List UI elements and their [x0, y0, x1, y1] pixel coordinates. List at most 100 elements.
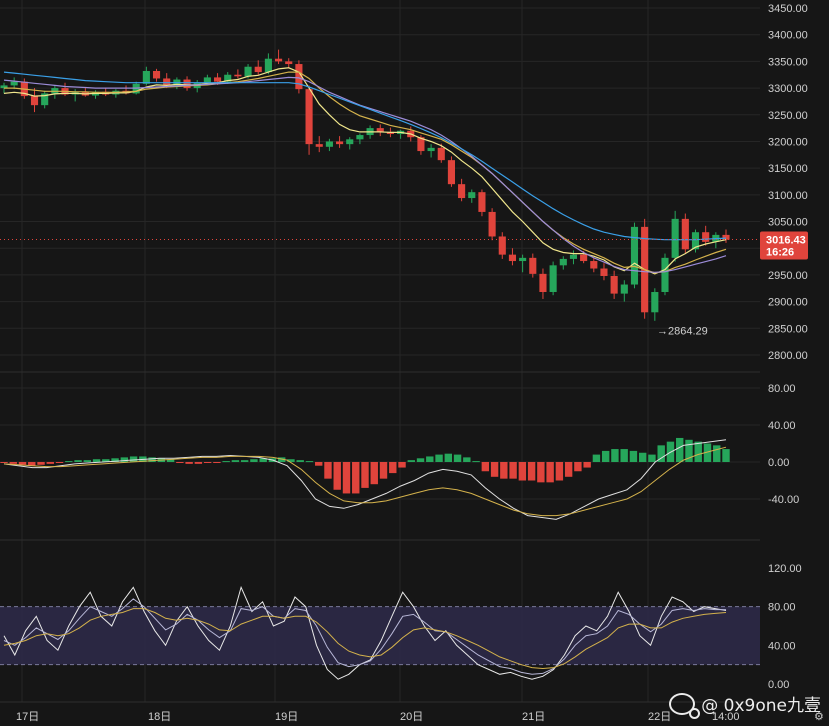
watermark-text: @ 0x9one九壹 — [701, 696, 821, 716]
time-axis-label: 21日 — [522, 711, 545, 723]
macd-histogram-bar — [518, 462, 527, 481]
macd-histogram-bar — [435, 454, 443, 462]
macd-histogram-bar — [213, 462, 221, 463]
macd-histogram-bar — [722, 449, 730, 462]
price-tick-label: 3100.00 — [768, 190, 808, 202]
chat-bubble-icon — [669, 692, 701, 719]
candle-body — [478, 192, 486, 212]
macd-histogram-bar — [18, 462, 27, 465]
macd-histogram-bar — [426, 456, 434, 462]
macd-histogram-bar — [46, 462, 54, 464]
candle-body — [10, 81, 18, 86]
moving-average-line — [3, 71, 727, 241]
price-tick-label: 3450.00 — [768, 3, 808, 15]
price-tick-label: 2950.00 — [768, 270, 808, 282]
macd-histogram-bar — [83, 460, 92, 462]
candle-body — [671, 218, 679, 258]
macd-histogram-bar — [574, 462, 582, 472]
macd-histogram-bar — [592, 454, 601, 462]
candle-body — [529, 257, 537, 274]
macd-histogram-bar — [92, 459, 101, 462]
candle-body — [559, 258, 567, 266]
macd-histogram-bar — [0, 462, 8, 463]
macd-histogram-bar — [472, 461, 480, 463]
last-price-value: 3016.43 — [766, 234, 806, 246]
candle-body — [580, 254, 588, 262]
macd-tick-label: 0.00 — [768, 457, 789, 469]
macd-histogram-bar — [453, 454, 462, 462]
macd-histogram-bar — [500, 462, 508, 479]
macd-histogram-bar — [120, 457, 129, 462]
candle-body — [468, 192, 476, 199]
macd-histogram-bar — [55, 462, 64, 463]
candle-body — [630, 226, 639, 285]
price-tick-label: 2850.00 — [768, 323, 808, 335]
candle-body — [152, 70, 161, 79]
candle-body — [305, 89, 313, 145]
candle-body — [437, 147, 445, 161]
time-axis-label: 18日 — [148, 711, 171, 723]
macd-histogram-bar — [176, 462, 184, 463]
price-tick-label: 3150.00 — [768, 163, 808, 175]
candle-body — [254, 66, 262, 73]
macd-histogram-bar — [65, 461, 73, 463]
trading-chart[interactable]: 3450.00 3400.00 3350.00 3300.00 3250.00 3200.… — [0, 0, 829, 726]
macd-histogram-bar — [361, 462, 369, 488]
candle-body — [427, 147, 435, 152]
macd-histogram-bar — [601, 450, 610, 462]
candle-body — [508, 254, 517, 262]
candle-body — [142, 70, 150, 84]
macd-histogram-bar — [611, 449, 619, 462]
macd-histogram-bar — [296, 460, 304, 462]
time-axis-label: 20日 — [400, 711, 423, 723]
candle-body — [346, 139, 354, 145]
macd-histogram-bar — [537, 462, 545, 483]
macd-histogram-bar — [352, 462, 360, 494]
macd-histogram-bar — [490, 462, 499, 477]
candle-body — [336, 141, 344, 145]
candle-body — [549, 265, 557, 293]
macd-histogram-bar — [389, 462, 397, 474]
candle-body — [620, 284, 628, 294]
candle-body — [539, 273, 547, 293]
macd-histogram-bar — [481, 462, 490, 472]
candle-body — [447, 160, 455, 185]
price-tick-label: 3250.00 — [768, 110, 808, 122]
macd-histogram-bar — [648, 454, 656, 462]
time-axis-label: 17日 — [16, 711, 39, 723]
candle-body — [661, 257, 669, 293]
macd-histogram-bar — [713, 445, 721, 462]
macd-histogram-bar — [305, 461, 314, 463]
countdown-timer: 16:26 — [766, 246, 794, 258]
candle-body — [30, 96, 39, 106]
rsi-tick-label: 0.00 — [768, 679, 789, 691]
price-tick-label: 3050.00 — [768, 217, 808, 229]
moving-average-line — [4, 71, 727, 274]
low-price-marker: →2864.29 — [657, 326, 708, 338]
candle-body — [488, 211, 496, 237]
candle-body — [163, 78, 171, 86]
macd-histogram-bar — [583, 462, 591, 468]
macd-histogram-bar — [370, 462, 378, 485]
price-tick-label: 3400.00 — [768, 30, 808, 42]
macd-histogram-bar — [129, 456, 138, 462]
macd-histogram-bar — [527, 462, 536, 481]
macd-histogram-bar — [546, 462, 554, 483]
candle-body — [702, 232, 710, 242]
rsi-tick-label: 40.00 — [768, 640, 796, 652]
candle-body — [681, 218, 689, 250]
macd-histogram-bar — [509, 462, 517, 479]
price-tick-label: 3300.00 — [768, 83, 808, 95]
candle-body — [275, 58, 283, 62]
macd-histogram-bar — [324, 462, 332, 479]
candle-body — [569, 254, 578, 259]
candle-body — [376, 128, 384, 132]
candle-body — [285, 61, 293, 65]
candle-body — [610, 275, 618, 294]
price-tick-label: 3350.00 — [768, 56, 808, 68]
macd-histogram-bar — [398, 462, 406, 468]
time-axis-label: 22日 — [648, 711, 671, 723]
macd-tick-label: -40.00 — [768, 494, 799, 506]
macd-histogram-bar — [203, 462, 212, 463]
price-tick-label: 3200.00 — [768, 136, 808, 148]
